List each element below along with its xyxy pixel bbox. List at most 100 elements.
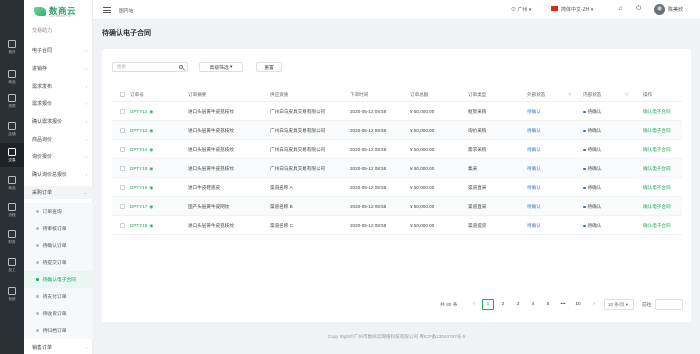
menu-item-demand-publish[interactable]: 需求发布 › bbox=[24, 80, 93, 93]
row-checkbox[interactable] bbox=[120, 223, 125, 228]
eye-icon[interactable]: ◉ bbox=[149, 204, 153, 209]
row-checkbox[interactable] bbox=[120, 166, 125, 171]
confirm-contract-link[interactable]: 确认电子合同 bbox=[643, 185, 671, 191]
pagination-prev-button[interactable]: < bbox=[468, 299, 480, 310]
jump-label: 前往 bbox=[642, 303, 652, 308]
menu-group-purchase-orders[interactable]: 采购订单 ⌄ bbox=[24, 186, 93, 199]
advanced-filter-button[interactable]: 高级筛选 ▾ bbox=[199, 62, 243, 72]
pagination-next-button[interactable]: > bbox=[588, 299, 600, 310]
sub-item-order-query[interactable]: 订单查询 bbox=[24, 203, 93, 220]
col-order-id[interactable]: 订单号 bbox=[130, 92, 144, 98]
bullet-icon bbox=[36, 261, 39, 264]
pagination-page[interactable]: 5 bbox=[542, 299, 554, 310]
cell-supplier: 渠道名称 C bbox=[270, 223, 293, 228]
select-all-checkbox[interactable] bbox=[120, 92, 125, 97]
col-summary[interactable]: 订单摘要 bbox=[188, 92, 206, 98]
menu-item-confirm-inquiry-quote[interactable]: 确认询价总报价 › bbox=[24, 168, 93, 181]
top-bar: 国内站 ⊙ 广州 ▾ 简体中文-ZH ▾ ♫ ⏻ 陈美欣 bbox=[93, 0, 700, 20]
row-checkbox[interactable] bbox=[120, 147, 125, 152]
reset-button[interactable]: 重置 bbox=[256, 62, 282, 72]
col-internal-status[interactable]: 内部状态 bbox=[583, 92, 601, 98]
confirm-contract-link[interactable]: 确认电子合同 bbox=[643, 223, 671, 229]
search-input[interactable]: 搜索 bbox=[112, 62, 188, 72]
rail-item-trade[interactable]: 交易 bbox=[0, 143, 24, 167]
eye-icon[interactable]: ◉ bbox=[149, 128, 153, 133]
order-id-link[interactable]: DPTY14 ◉ bbox=[130, 147, 153, 153]
order-id-link[interactable]: DPTY12 ◉ bbox=[130, 109, 153, 115]
menu-item-sales-orders[interactable]: 销售订单 › bbox=[24, 341, 93, 354]
eye-icon[interactable]: ◉ bbox=[149, 147, 153, 152]
col-amount[interactable]: 订单总额 bbox=[410, 92, 428, 98]
power-icon[interactable]: ⏻ bbox=[636, 5, 641, 13]
station-switch[interactable]: 国内站 bbox=[119, 7, 133, 14]
location-selector[interactable]: ⊙ 广州 ▾ bbox=[511, 6, 531, 13]
menu-item-label: 询价报价 bbox=[32, 154, 53, 160]
row-checkbox[interactable] bbox=[120, 128, 125, 133]
license-icon bbox=[8, 94, 16, 102]
sub-item-pending-contract[interactable]: 待确认电子合同 bbox=[24, 271, 93, 288]
menu-item-inventory[interactable]: 进销存 › bbox=[24, 62, 93, 75]
confirm-contract-link[interactable]: 确认电子合同 bbox=[643, 166, 671, 172]
shop-icon bbox=[8, 122, 16, 130]
rail-item-finance[interactable]: 财务 bbox=[0, 225, 24, 249]
confirm-contract-link[interactable]: 确认电子合同 bbox=[643, 128, 671, 134]
pagination-ellipsis[interactable]: ••• bbox=[557, 299, 569, 310]
rail-item-goods[interactable]: 商品 bbox=[0, 65, 24, 89]
menu-toggle-icon[interactable] bbox=[103, 7, 111, 13]
sub-item-pending-submit[interactable]: 待提交订单 bbox=[24, 254, 93, 271]
sub-item-pending-confirm[interactable]: 待确认订单 bbox=[24, 237, 93, 254]
avatar[interactable] bbox=[654, 4, 665, 15]
pagination-page[interactable]: 10 bbox=[572, 299, 584, 310]
eye-icon[interactable]: ◉ bbox=[149, 185, 153, 190]
pagination-page[interactable]: 3 bbox=[512, 299, 524, 310]
language-selector[interactable]: 简体中文-ZH ▾ bbox=[561, 6, 593, 13]
confirm-contract-link[interactable]: 确认电子合同 bbox=[643, 204, 671, 210]
menu-item-demand-quote[interactable]: 需求报价 › bbox=[24, 97, 93, 110]
sub-item-pending-receipt[interactable]: 待收货订单 bbox=[24, 305, 93, 322]
order-id-link[interactable]: DPTY16 ◉ bbox=[130, 185, 153, 191]
bell-icon[interactable]: ♫ bbox=[618, 6, 623, 12]
menu-item-contract[interactable]: 电子合同 › bbox=[24, 44, 93, 57]
col-order-type[interactable]: 订单类型 bbox=[468, 92, 486, 98]
sub-item-pending-review[interactable]: 待审核订单 bbox=[24, 220, 93, 237]
eye-icon[interactable]: ◉ bbox=[149, 223, 153, 228]
sub-item-pending-archive[interactable]: 待归档订单 bbox=[24, 322, 93, 339]
order-id: DPTY12 bbox=[130, 109, 148, 114]
eye-icon[interactable]: ◉ bbox=[149, 166, 153, 171]
order-id-link[interactable]: DPTY15 ◉ bbox=[130, 166, 153, 172]
filter-icon[interactable]: ▽ bbox=[625, 92, 628, 98]
page-size-select[interactable]: 10 条/页 ▾ bbox=[604, 299, 634, 310]
col-external-status[interactable]: 外部状态 bbox=[527, 92, 545, 98]
rail-item-home[interactable]: 首页 bbox=[0, 35, 24, 59]
pagination-page[interactable]: 4 bbox=[527, 299, 539, 310]
rail-item-system[interactable]: 系统 bbox=[0, 282, 24, 306]
row-checkbox[interactable] bbox=[120, 109, 125, 114]
rail-item-flow[interactable]: 流程 bbox=[0, 198, 24, 222]
confirm-contract-link[interactable]: 确认电子合同 bbox=[643, 109, 671, 115]
rail-item-process[interactable]: 加工 bbox=[0, 253, 24, 277]
brand-logo[interactable]: 数商云 SHU SHANG YUN bbox=[24, 0, 93, 22]
col-order-time[interactable]: 下单时间 bbox=[350, 92, 368, 98]
sub-item-pending-payment[interactable]: 待支付订单 bbox=[24, 288, 93, 305]
menu-item-inquiry-quote[interactable]: 询价报价 › bbox=[24, 150, 93, 163]
search-icon[interactable] bbox=[178, 64, 183, 69]
order-id-link[interactable]: DPTY13 ◉ bbox=[130, 128, 153, 134]
filter-icon[interactable]: ▽ bbox=[568, 92, 571, 98]
eye-icon[interactable]: ◉ bbox=[149, 109, 153, 114]
row-checkbox[interactable] bbox=[120, 204, 125, 209]
pagination-page[interactable]: 1 bbox=[482, 299, 494, 310]
menu-item-label: 销售订单 bbox=[32, 345, 53, 351]
order-id-link[interactable]: DPTY17 ◉ bbox=[130, 204, 153, 210]
menu-item-goods-inquiry[interactable]: 商品询价 › bbox=[24, 133, 93, 146]
confirm-contract-link[interactable]: 确认电子合同 bbox=[643, 147, 671, 153]
row-checkbox[interactable] bbox=[120, 185, 125, 190]
menu-item-confirm-demand-quote[interactable]: 确认需求报价 › bbox=[24, 115, 93, 128]
user-name[interactable]: 陈美欣 bbox=[668, 6, 683, 13]
rail-item-shop[interactable]: 店铺 bbox=[0, 117, 24, 141]
rail-item-license[interactable]: 资质 bbox=[0, 89, 24, 113]
col-supplier[interactable]: 供应资质 bbox=[270, 92, 288, 98]
order-id-link[interactable]: DPTY18 ◉ bbox=[130, 223, 153, 229]
pagination-page[interactable]: 2 bbox=[497, 299, 509, 310]
jump-page-input[interactable] bbox=[655, 299, 683, 310]
rail-item-product[interactable]: 商品 bbox=[0, 171, 24, 195]
